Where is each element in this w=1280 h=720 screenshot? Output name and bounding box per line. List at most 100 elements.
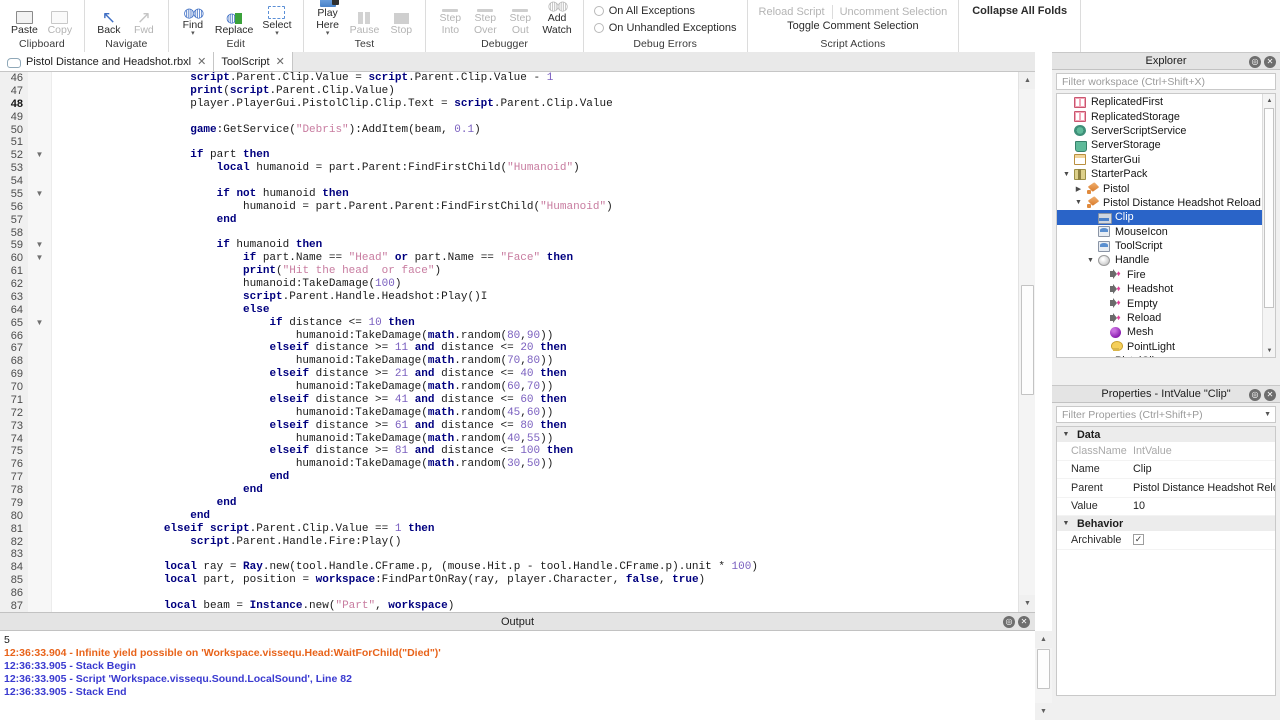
back-button[interactable]: ↖ Back [92,8,126,38]
property-category-data[interactable]: ▼ Data [1057,427,1275,442]
explorer-tree[interactable]: ReplicatedFirst ReplicatedStorage ServerSc… [1056,93,1276,358]
code-line[interactable]: end [52,484,1018,497]
paste-button[interactable]: Paste [7,8,42,38]
tree-twisty-down-icon[interactable]: ▼ [1073,199,1084,206]
explorer-item-mouseicon[interactable]: MouseIcon [1057,225,1275,239]
fold-toggle-icon[interactable]: ▼ [28,239,51,252]
explorer-scroll-up-icon[interactable]: ▲ [1263,94,1275,107]
code-line[interactable]: end [52,510,1018,523]
code-line[interactable]: local part, position = workspace:FindPar… [52,574,1018,587]
code-line[interactable]: player.PlayerGui.PistolClip.Clip.Text = … [52,98,1018,111]
property-value[interactable]: Pistol Distance Headshot Reload [1133,482,1275,494]
output-line[interactable]: 12:36:33.905 - Stack End [4,686,1035,699]
explorer-item-pistol-distance-headshot-reload[interactable]: ▼ Pistol Distance Headshot Reload [1057,196,1275,210]
explorer-scroll-down-icon[interactable]: ▼ [1263,344,1275,357]
explorer-item-handle[interactable]: ▼ Handle [1057,253,1275,267]
code-line[interactable] [52,587,1018,600]
add-watch-button[interactable]: ◍◍ Add Watch [538,0,575,37]
explorer-item-pistol[interactable]: ▶ Pistol [1057,181,1275,195]
output-line[interactable]: 12:36:33.905 - Script 'Workspace.vissequ… [4,673,1035,686]
explorer-item-replicatedstorage[interactable]: ReplicatedStorage [1057,109,1275,123]
chevron-down-icon[interactable]: ▾ [191,30,195,37]
tree-twisty-down-icon[interactable]: ▼ [1060,431,1072,438]
code-line[interactable] [52,136,1018,149]
code-line[interactable]: end [52,497,1018,510]
tab-pistol-distance-and-headshot-rbxl[interactable]: Pistol Distance and Headshot.rbxl ✕ [0,52,215,71]
chevron-down-icon[interactable]: ▾ [326,30,330,37]
explorer-item-toolscript[interactable]: ToolScript [1057,239,1275,253]
explorer-item-mesh[interactable]: Mesh [1057,325,1275,339]
replace-button[interactable]: ◍ Replace [211,8,258,38]
code-line[interactable]: humanoid:TakeDamage(math.random(70,80)) [52,355,1018,368]
explorer-item-pistolclip[interactable]: ▶ PistolClip [1057,354,1275,358]
tree-twisty-right-icon[interactable]: ▶ [1073,185,1084,193]
toggle-comment-selection-button[interactable]: Toggle Comment Selection [780,19,925,33]
code-line[interactable]: script.Parent.Handle.Headshot:Play()I [52,291,1018,304]
editor-vertical-scrollbar[interactable]: ▲ ▼ [1018,72,1035,612]
explorer-item-reload[interactable]: ♦ Reload [1057,311,1275,325]
on-unhandled-exceptions-radio[interactable]: On Unhandled Exceptions [593,19,737,36]
output-line[interactable]: 12:36:33.904 - Infinite yield possible o… [4,647,1035,660]
output-scrollbar-thumb[interactable] [1037,649,1050,689]
code-line[interactable]: print("Hit the head or face") [52,265,1018,278]
editor-scrollbar-thumb[interactable] [1021,285,1034,395]
tree-twisty-down-icon[interactable]: ▼ [1060,520,1072,527]
tab-close-icon[interactable]: ✕ [276,55,285,68]
code-line[interactable]: humanoid:TakeDamage(math.random(45,60)) [52,407,1018,420]
explorer-item-starterpack[interactable]: ▼ StarterPack [1057,167,1275,181]
archivable-checkbox[interactable]: ✓ [1133,534,1144,546]
on-all-exceptions-radio[interactable]: On All Exceptions [593,2,737,19]
code-line[interactable]: elseif distance >= 21 and distance <= 40… [52,368,1018,381]
property-row-classname[interactable]: ClassName IntValue [1057,442,1275,461]
code-line[interactable]: if part then [52,149,1018,162]
tree-twisty-down-icon[interactable]: ▼ [1061,171,1072,178]
code-line[interactable]: local ray = Ray.new(tool.Handle.CFrame.p… [52,561,1018,574]
output-scroll-down-icon[interactable]: ▼ [1035,703,1052,720]
code-line[interactable] [52,111,1018,124]
code-line[interactable]: humanoid:TakeDamage(math.random(60,70)) [52,381,1018,394]
property-row-name[interactable]: Name Clip [1057,461,1275,479]
output-close-icon[interactable]: ✕ [1018,616,1030,628]
explorer-item-serverstorage[interactable]: ServerStorage [1057,138,1275,152]
property-row-parent[interactable]: Parent Pistol Distance Headshot Reload [1057,479,1275,498]
code-line[interactable]: humanoid:TakeDamage(100) [52,278,1018,291]
collapse-all-folds-button[interactable]: Collapse All Folds [965,3,1074,18]
fold-toggle-icon[interactable]: ▼ [28,252,51,265]
tree-twisty-right-icon[interactable]: ▶ [1085,357,1096,358]
property-category-behavior[interactable]: ▼ Behavior [1057,516,1275,531]
code-line[interactable]: script.Parent.Clip.Value = script.Parent… [52,72,1018,85]
explorer-scrollbar[interactable]: ▲ ▼ [1262,94,1275,357]
code-line[interactable]: elseif distance >= 81 and distance <= 10… [52,445,1018,458]
select-button[interactable]: Select ▾ [258,3,295,37]
code-line[interactable]: if part.Name == "Head" or part.Name == "… [52,252,1018,265]
code-line[interactable]: if distance <= 10 then [52,317,1018,330]
output-scroll-up-icon[interactable]: ▲ [1035,631,1052,648]
tab-toolscript[interactable]: ToolScript ✕ [214,52,293,71]
code-line[interactable] [52,227,1018,240]
explorer-item-startergui[interactable]: StarterGui [1057,153,1275,167]
property-value[interactable]: IntValue [1133,445,1172,457]
explorer-item-empty[interactable]: ♦ Empty [1057,296,1275,310]
output-log-list[interactable]: 5 12:36:33.904 - Infinite yield possible … [0,631,1035,720]
code-line[interactable]: game:GetService("Debris"):AddItem(beam, … [52,124,1018,137]
code-line[interactable]: end [52,471,1018,484]
property-row-archivable[interactable]: Archivable ✓ [1057,531,1275,550]
explorer-close-icon[interactable]: ✕ [1264,56,1276,68]
code-text-area[interactable]: script.Parent.Clip.Value = script.Parent… [52,72,1018,612]
explorer-item-clip[interactable]: Clip [1057,210,1275,225]
fold-toggle-icon[interactable]: ▼ [28,188,51,201]
explorer-filter-input[interactable]: Filter workspace (Ctrl+Shift+X) [1056,73,1276,90]
fold-toggle-icon[interactable]: ▼ [28,317,51,330]
code-line[interactable]: local humanoid = part.Parent:FindFirstCh… [52,162,1018,175]
code-line[interactable]: humanoid:TakeDamage(math.random(80,90)) [52,330,1018,343]
code-line[interactable]: humanoid = part.Parent.Parent:FindFirstC… [52,201,1018,214]
scroll-up-arrow-icon[interactable]: ▲ [1019,72,1035,89]
tree-twisty-down-icon[interactable]: ▼ [1085,257,1096,264]
explorer-item-pointlight[interactable]: PointLight [1057,340,1275,354]
code-line[interactable]: elseif distance >= 61 and distance <= 80… [52,420,1018,433]
code-line[interactable]: end [52,214,1018,227]
fold-toggle-icon[interactable]: ▼ [28,149,51,162]
explorer-item-serverscriptservice[interactable]: ServerScriptService [1057,124,1275,138]
find-button[interactable]: ◍◍ Find ▾ [176,3,210,38]
code-line[interactable]: if humanoid then [52,239,1018,252]
